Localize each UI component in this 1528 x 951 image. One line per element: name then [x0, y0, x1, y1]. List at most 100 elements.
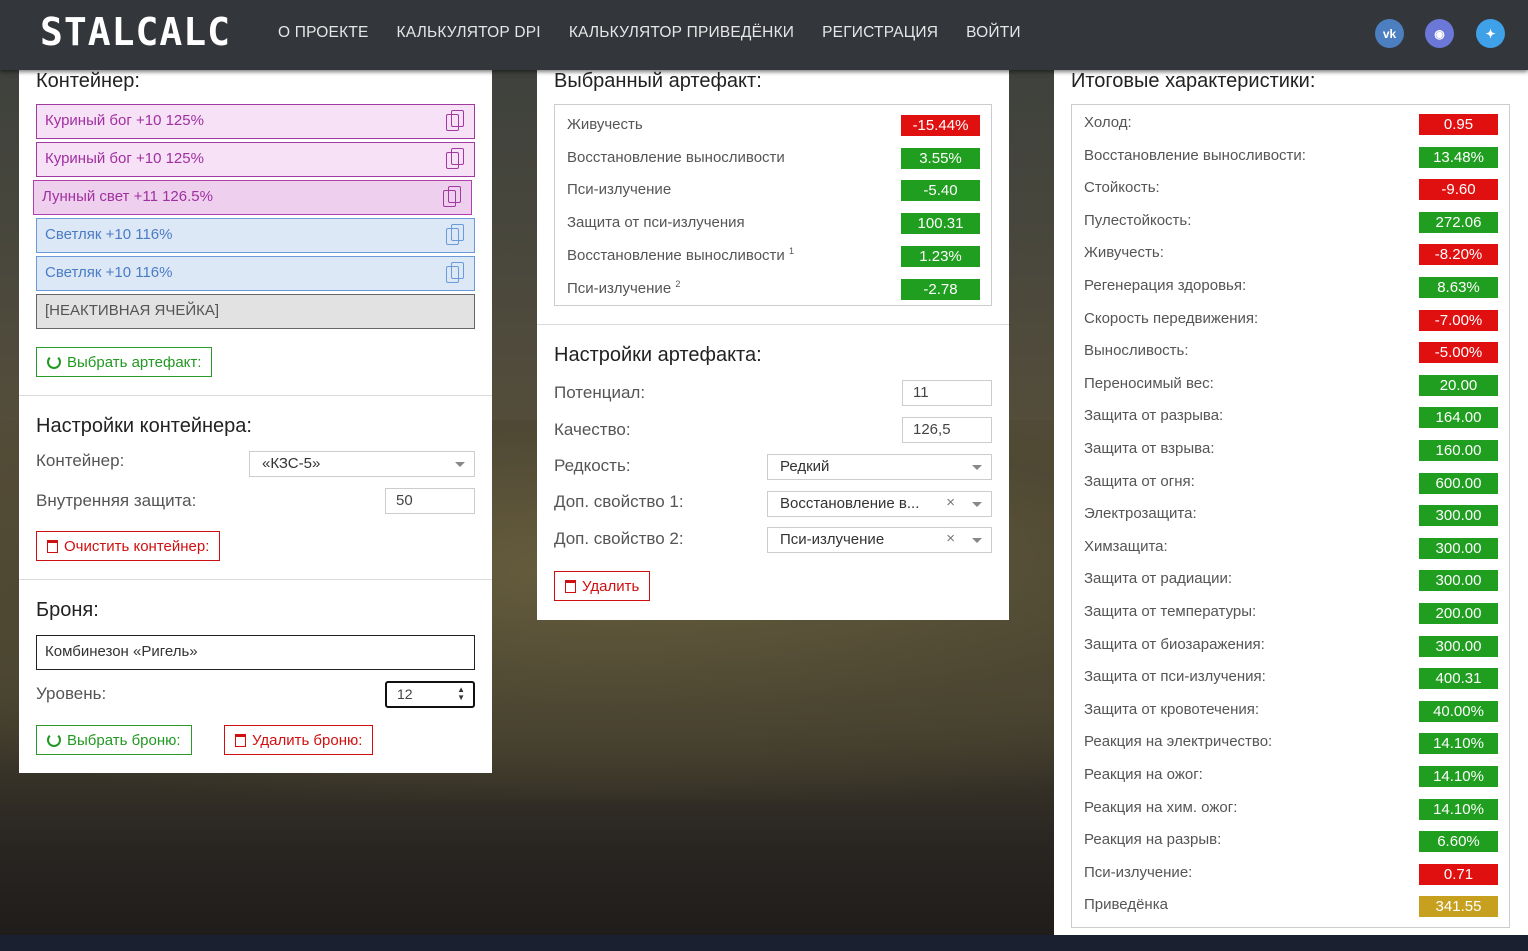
total-stat-value: 300.00 — [1419, 570, 1498, 592]
total-stat-name: Химзащита: — [1084, 537, 1168, 555]
artifact-stat-name: Пси-излучение — [567, 181, 672, 199]
clear-icon[interactable]: × — [946, 494, 955, 511]
refresh-icon — [47, 733, 61, 747]
container-slot-inactive: [НЕАКТИВНАЯ ЯЧЕЙКА] — [36, 294, 475, 329]
total-stat-value: 13.48% — [1419, 146, 1498, 168]
artifact-stat-name: Восстановление выносливости — [567, 148, 785, 166]
slot-label: [НЕАКТИВНАЯ ЯЧЕЙКА] — [45, 302, 220, 319]
total-stat-value: 14.10% — [1419, 766, 1498, 787]
container-select[interactable]: «КЗС-5» — [249, 451, 475, 477]
rarity-select[interactable]: Редкий — [767, 454, 992, 480]
total-stat-name: Приведёнка — [1084, 896, 1168, 914]
total-stat-name: Защита от температуры: — [1084, 603, 1257, 620]
artifact-stat-name: Защита от пси-излучения — [567, 214, 745, 232]
nav-reduced-calculator[interactable]: КАЛЬКУЛЯТОР ПРИВЕДЁНКИ — [569, 24, 794, 42]
select-artifact-button[interactable]: Выбрать артефакт: — [36, 347, 213, 377]
clear-icon[interactable]: × — [946, 530, 955, 547]
inner-protection-input[interactable]: 50 — [385, 488, 475, 514]
delete-artifact-button[interactable]: Удалить — [554, 571, 651, 601]
vk-icon[interactable]: vk — [1375, 19, 1404, 48]
twitter-icon[interactable]: ✦ — [1476, 19, 1505, 48]
spinner-arrows-icon[interactable]: ▲ ▼ — [457, 686, 465, 702]
artifact-stat-value: -2.78 — [901, 278, 980, 300]
total-stat-value: 200.00 — [1419, 603, 1498, 624]
armor-title: Броня: — [36, 599, 99, 621]
level-input[interactable]: 12 ▲ ▼ — [385, 681, 475, 708]
total-stat-name: Регенерация здоровья: — [1084, 277, 1247, 294]
total-stat-name: Реакция на ожог: — [1084, 766, 1203, 783]
total-stat-value: -7.00% — [1419, 309, 1498, 331]
rarity-label: Редкость: — [554, 456, 631, 475]
total-stat-value: 300.00 — [1419, 505, 1498, 527]
top-navbar: STALCALC О ПРОЕКТЕ КАЛЬКУЛЯТОР DPI КАЛЬК… — [0, 0, 1528, 70]
total-stat-value: 300.00 — [1419, 635, 1498, 657]
selected-artifact-title: Выбранный артефакт: — [554, 70, 762, 92]
total-stat-name: Выносливость: — [1084, 342, 1189, 360]
potential-input[interactable]: 11 — [902, 380, 992, 406]
artifact-stat-value: -15.44% — [901, 115, 980, 136]
slot-label: Лунный свет +11 126.5% — [42, 188, 213, 205]
prop1-select[interactable]: Восстановление в... × — [767, 491, 992, 517]
total-stat-name: Защита от разрыва: — [1084, 407, 1224, 425]
total-stat-name: Живучесть: — [1084, 244, 1164, 262]
copy-icon[interactable] — [446, 262, 464, 284]
trash-icon — [47, 539, 58, 553]
nav-login[interactable]: ВОЙТИ — [966, 24, 1021, 42]
artifact-stat-value: 100.31 — [901, 213, 980, 235]
copy-icon[interactable] — [443, 186, 461, 208]
total-stat-name: Реакция на хим. ожог: — [1084, 798, 1238, 816]
copy-icon[interactable] — [446, 110, 464, 132]
quality-input[interactable]: 126,5 — [902, 417, 992, 443]
total-stat-value: 272.06 — [1419, 211, 1498, 233]
total-stat-value: 0.95 — [1419, 114, 1498, 135]
container-slot[interactable]: Куриный бог +10 125% — [36, 104, 475, 139]
chevron-down-icon — [972, 502, 982, 507]
total-stat-name: Реакция на разрыв: — [1084, 831, 1222, 849]
nav-dpi-calculator[interactable]: КАЛЬКУЛЯТОР DPI — [397, 24, 541, 42]
total-stat-value: 164.00 — [1419, 407, 1498, 429]
total-stat-name: Переносимый вес: — [1084, 374, 1214, 392]
total-stat-value: 20.00 — [1419, 374, 1498, 396]
total-stat-name: Защита от пси-излучения: — [1084, 668, 1266, 686]
refresh-icon — [47, 355, 61, 369]
container-slot[interactable]: Куриный бог +10 125% — [36, 142, 475, 177]
divider — [19, 579, 492, 580]
total-stat-value: 0.71 — [1419, 863, 1498, 885]
total-stat-name: Защита от взрыва: — [1084, 440, 1215, 457]
copy-icon[interactable] — [446, 224, 464, 246]
total-stat-value: -9.60 — [1419, 179, 1498, 201]
prop2-select[interactable]: Пси-излучение × — [767, 527, 992, 553]
artifact-stat-name: Живучесть — [567, 116, 643, 133]
slot-label: Светляк +10 116% — [45, 264, 173, 281]
nav-about[interactable]: О ПРОЕКТЕ — [278, 24, 369, 42]
chevron-down-icon — [972, 465, 982, 470]
slot-label: Светляк +10 116% — [45, 226, 173, 243]
total-stat-value: -8.20% — [1419, 244, 1498, 266]
copy-icon[interactable] — [446, 148, 464, 170]
slot-label: Куриный бог +10 125% — [45, 112, 204, 129]
discord-icon[interactable]: ◉ — [1425, 19, 1454, 48]
total-stat-value: -5.00% — [1419, 342, 1498, 364]
total-stat-name: Холод: — [1084, 114, 1132, 131]
select-armor-button[interactable]: Выбрать броню: — [36, 725, 192, 755]
delete-armor-button[interactable]: Удалить броню: — [224, 725, 374, 755]
armor-name-field[interactable]: Комбинезон «Ригель» — [36, 635, 475, 670]
container-slot[interactable]: Светляк +10 116% — [36, 256, 475, 291]
container-slot[interactable]: Светляк +10 116% — [36, 218, 475, 253]
prop2-label: Доп. свойство 2: — [554, 529, 684, 548]
trash-icon — [565, 579, 576, 593]
nav-registration[interactable]: РЕГИСТРАЦИЯ — [822, 24, 938, 42]
total-stat-value: 160.00 — [1419, 440, 1498, 461]
container-slot-selected[interactable]: Лунный свет +11 126.5% — [33, 180, 472, 215]
site-logo[interactable]: STALCALC — [40, 10, 231, 54]
total-stat-value: 600.00 — [1419, 472, 1498, 494]
total-stat-value: 14.10% — [1419, 733, 1498, 755]
total-stat-name: Защита от кровотечения: — [1084, 700, 1260, 718]
totals-panel: Итоговые характеристики: Холод: 0.95 Восст… — [1054, 70, 1528, 935]
artifact-stat-name: Пси-излучение 2 — [567, 278, 681, 297]
total-stat-value: 300.00 — [1419, 537, 1498, 559]
artifact-stat-value: -5.40 — [901, 180, 980, 202]
clear-container-button[interactable]: Очистить контейнер: — [36, 531, 221, 561]
total-stat-name: Пси-излучение: — [1084, 863, 1193, 881]
slot-label: Куриный бог +10 125% — [45, 150, 204, 167]
